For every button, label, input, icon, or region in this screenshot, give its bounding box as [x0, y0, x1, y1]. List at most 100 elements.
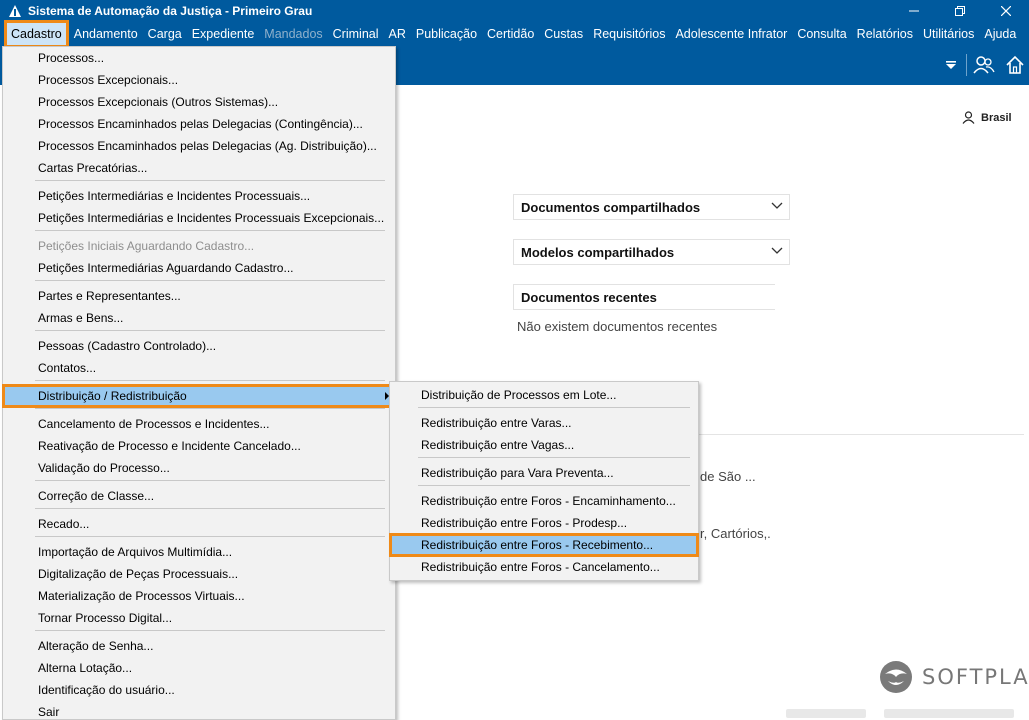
home-button[interactable] — [1002, 53, 1028, 77]
menu-item-label: Materialização de Processos Virtuais... — [38, 589, 245, 603]
menu-item-label: Tornar Processo Digital... — [38, 611, 173, 625]
menu-item-label: Cancelamento de Processos e Incidentes..… — [38, 417, 270, 431]
submenu-separator — [418, 485, 690, 486]
menu-item-processos-encaminhados-pelas-delegacias-ag-distribuicao[interactable]: Processos Encaminhados pelas Delegacias … — [3, 135, 395, 157]
submenu-item-label: Redistribuição entre Foros - Prodesp... — [421, 516, 628, 530]
menu-criminal[interactable]: Criminal — [328, 22, 384, 46]
scales-of-justice-icon — [9, 5, 21, 17]
menu-item-tornar-processo-digital[interactable]: Tornar Processo Digital... — [3, 607, 395, 629]
submenu-item-redistribuicao-entre-vagas[interactable]: Redistribuição entre Vagas... — [390, 434, 698, 456]
menu-bar: Cadastro Andamento Carga Expediente Mandados… — [0, 20, 1029, 48]
menu-item-alterna-lotacao[interactable]: Alterna Lotação... — [3, 657, 395, 679]
shared-models-header[interactable]: Modelos compartilhados — [513, 239, 790, 265]
menu-item-validacao-do-processo[interactable]: Validação do Processo... — [3, 457, 395, 479]
menu-item-label: Importação de Arquivos Multimídia... — [38, 545, 233, 559]
menu-item-label: Distribuição / Redistribuição — [38, 389, 187, 403]
menu-andamento[interactable]: Andamento — [69, 22, 143, 46]
menu-separator — [35, 508, 385, 509]
close-icon — [1001, 6, 1011, 16]
chevron-down-icon[interactable] — [771, 247, 783, 255]
menu-expediente[interactable]: Expediente — [187, 22, 260, 46]
menu-item-label: Digitalização de Peças Processuais... — [38, 567, 239, 581]
menu-item-reativacao-de-processo-e-incidente-cancelado[interactable]: Reativação de Processo e Incidente Cance… — [3, 435, 395, 457]
menu-item-sair[interactable]: Sair — [3, 701, 395, 720]
menu-item-recado[interactable]: Recado... — [3, 513, 395, 535]
filter-button[interactable] — [938, 53, 964, 77]
menu-item-cancelamento-de-processos-e-incidentes[interactable]: Cancelamento de Processos e Incidentes..… — [3, 413, 395, 435]
submenu-item-label: Redistribuição entre Foros - Recebimento… — [421, 538, 654, 552]
shared-documents-title: Documentos compartilhados — [521, 199, 701, 215]
menu-item-digitalizacao-de-pecas-processuais[interactable]: Digitalização de Peças Processuais... — [3, 563, 395, 585]
user-area[interactable]: Brasil — [962, 111, 1012, 124]
cadastro-menu: Processos... Processos Excepcionais... Pro… — [2, 46, 396, 720]
chevron-down-icon[interactable] — [771, 202, 783, 210]
menu-item-label: Validação do Processo... — [38, 461, 170, 475]
menu-item-pessoas-cadastro-controlado[interactable]: Pessoas (Cadastro Controlado)... — [3, 335, 395, 357]
menu-item-armas-e-bens[interactable]: Armas e Bens... — [3, 307, 395, 329]
menu-separator — [35, 230, 385, 231]
menu-item-cartas-precatorias[interactable]: Cartas Precatórias... — [3, 157, 395, 179]
shared-documents-header[interactable]: Documentos compartilhados — [513, 194, 790, 220]
menu-item-processos-excepcionais-outros-sistemas[interactable]: Processos Excepcionais (Outros Sistemas)… — [3, 91, 395, 113]
menu-item-processos-encaminhados-pelas-delegacias-contingencia[interactable]: Processos Encaminhados pelas Delegacias … — [3, 113, 395, 135]
menu-item-contatos[interactable]: Contatos... — [3, 357, 395, 379]
menu-carga[interactable]: Carga — [143, 22, 187, 46]
menu-ar[interactable]: AR — [384, 22, 411, 46]
softplan-wordmark: SOFTPLAN — [922, 665, 1029, 689]
close-button[interactable] — [983, 0, 1029, 22]
menu-separator — [35, 630, 385, 631]
menu-requisitorios[interactable]: Requisitórios — [588, 22, 670, 46]
submenu-item-redistribuicao-entre-varas[interactable]: Redistribuição entre Varas... — [390, 412, 698, 434]
menu-cadastro[interactable]: Cadastro — [4, 20, 69, 48]
recent-documents-title: Documentos recentes — [521, 289, 657, 305]
submenu-item-redistribuicao-para-vara-preventa[interactable]: Redistribuição para Vara Preventa... — [390, 462, 698, 484]
menu-consulta[interactable]: Consulta — [792, 22, 851, 46]
menu-certidao[interactable]: Certidão — [482, 22, 539, 46]
user-name: Brasil — [981, 111, 1012, 124]
menu-item-importacao-de-arquivos-multimidia[interactable]: Importação de Arquivos Multimídia... — [3, 541, 395, 563]
menu-item-peticoes-intermediarias-aguardando-cadastro[interactable]: Petições Intermediárias Aguardando Cadas… — [3, 257, 395, 279]
restore-icon — [955, 6, 965, 16]
menu-item-label: Processos Encaminhados pelas Delegacias … — [38, 117, 363, 131]
toolbar-separator — [966, 54, 967, 76]
menu-item-peticoes-intermediarias-e-incidentes-processuais-excepcionais[interactable]: Petições Intermediárias e Incidentes Pro… — [3, 207, 395, 229]
menu-ajuda[interactable]: Ajuda — [979, 22, 1021, 46]
menu-item-label: Petições Intermediárias Aguardando Cadas… — [38, 261, 294, 275]
submenu-item-distribuicao-de-processos-em-lote[interactable]: Distribuição de Processos em Lote... — [390, 384, 698, 406]
menu-item-processos[interactable]: Processos... — [3, 47, 395, 69]
minimize-button[interactable] — [891, 0, 937, 22]
softplan-logo: SOFTPLAN — [878, 659, 1029, 695]
menu-publicacao[interactable]: Publicação — [411, 22, 482, 46]
submenu-item-redistribuicao-entre-foros-prodesp[interactable]: Redistribuição entre Foros - Prodesp... — [390, 512, 698, 534]
menu-item-correcao-de-classe[interactable]: Correção de Classe... — [3, 485, 395, 507]
submenu-item-redistribuicao-entre-foros-encaminhamento[interactable]: Redistribuição entre Foros - Encaminhame… — [390, 490, 698, 512]
menu-adolescente-infrator[interactable]: Adolescente Infrator — [670, 22, 792, 46]
menu-item-peticoes-intermediarias-e-incidentes-processuais[interactable]: Petições Intermediárias e Incidentes Pro… — [3, 185, 395, 207]
submenu-item-redistribuicao-entre-foros-recebimento[interactable]: Redistribuição entre Foros - Recebimento… — [389, 533, 699, 557]
menu-custas[interactable]: Custas — [539, 22, 588, 46]
menu-utilitarios[interactable]: Utilitários — [918, 22, 979, 46]
restore-button[interactable] — [937, 0, 983, 22]
user-icon — [962, 111, 975, 124]
menu-item-label: Petições Intermediárias e Incidentes Pro… — [38, 189, 311, 203]
menu-item-partes-e-representantes[interactable]: Partes e Representantes... — [3, 285, 395, 307]
menu-item-materializacao-de-processos-virtuais[interactable]: Materialização de Processos Virtuais... — [3, 585, 395, 607]
menu-relatorios[interactable]: Relatórios — [852, 22, 918, 46]
partial-text-1: de São ... — [700, 469, 756, 484]
menu-separator — [35, 380, 385, 381]
menu-separator — [35, 480, 385, 481]
menu-item-label: Correção de Classe... — [38, 489, 155, 503]
menu-item-label: Partes e Representantes... — [38, 289, 181, 303]
menu-item-label: Petições Iniciais Aguardando Cadastro... — [38, 239, 255, 253]
submenu-item-redistribuicao-entre-foros-cancelamento[interactable]: Redistribuição entre Foros - Cancelament… — [390, 556, 698, 578]
menu-item-alteracao-de-senha[interactable]: Alteração de Senha... — [3, 635, 395, 657]
submenu-item-label: Redistribuição entre Foros - Encaminhame… — [421, 494, 676, 508]
window-title: Sistema de Automação da Justiça - Primei… — [28, 4, 313, 18]
menu-item-processos-excepcionais[interactable]: Processos Excepcionais... — [3, 69, 395, 91]
home-icon — [1006, 55, 1024, 74]
menu-item-peticoes-iniciais-aguardando-cadastro: Petições Iniciais Aguardando Cadastro... — [3, 235, 395, 257]
users-button[interactable] — [971, 53, 997, 77]
menu-item-distribuicao-redistribuicao[interactable]: Distribuição / Redistribuição — [2, 384, 396, 408]
menu-item-label: Processos Encaminhados pelas Delegacias … — [38, 139, 377, 153]
menu-item-identificacao-do-usuario[interactable]: Identificação do usuário... — [3, 679, 395, 701]
